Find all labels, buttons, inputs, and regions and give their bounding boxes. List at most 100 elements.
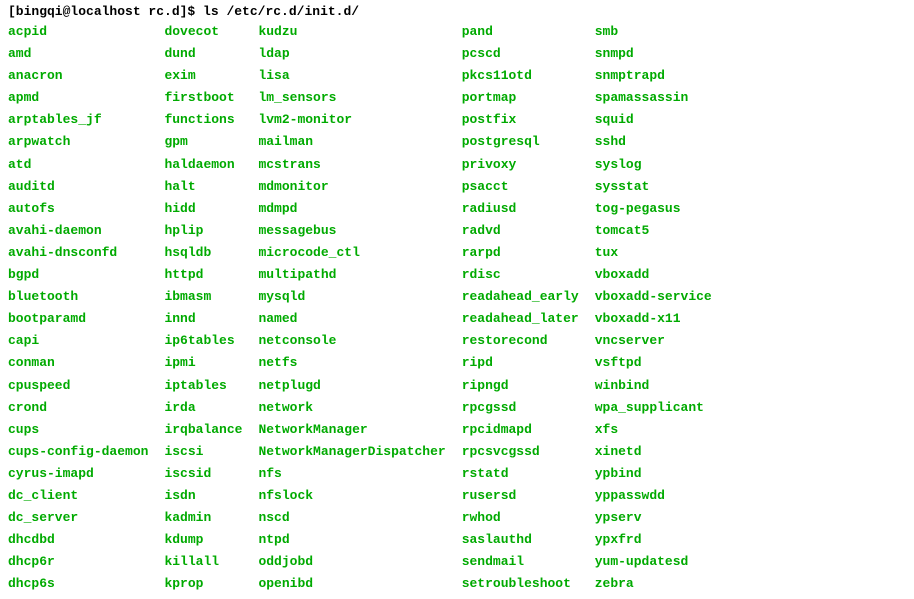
ls-entry: messagebus	[258, 220, 445, 242]
ls-entry: postgresql	[462, 131, 579, 153]
ls-entry: mysqld	[258, 286, 445, 308]
ls-entry: vboxadd-service	[595, 286, 712, 308]
ls-entry: netfs	[258, 352, 445, 374]
ls-entry: ypxfrd	[595, 529, 712, 551]
ls-entry: bgpd	[8, 264, 148, 286]
ls-entry: psacct	[462, 176, 579, 198]
ls-entry: lm_sensors	[258, 87, 445, 109]
ls-entry: functions	[164, 109, 242, 131]
ls-entry: dhcdbd	[8, 529, 148, 551]
ls-entry: rusersd	[462, 485, 579, 507]
ls-column-1: dovecotdundeximfirstbootfunctionsgpmhald…	[164, 21, 258, 595]
ls-entry: pcscd	[462, 43, 579, 65]
ls-entry: arptables_jf	[8, 109, 148, 131]
ls-entry: kdump	[164, 529, 242, 551]
ls-entry: avahi-dnsconfd	[8, 242, 148, 264]
ls-entry: crond	[8, 397, 148, 419]
ls-entry: saslauthd	[462, 529, 579, 551]
ls-entry: rarpd	[462, 242, 579, 264]
ls-entry: winbind	[595, 375, 712, 397]
ls-column-4: smbsnmpdsnmptrapdspamassassinsquidsshdsy…	[595, 21, 728, 595]
ls-entry: tux	[595, 242, 712, 264]
ls-entry: gpm	[164, 131, 242, 153]
ls-entry: pand	[462, 21, 579, 43]
ls-entry: anacron	[8, 65, 148, 87]
ls-entry: sendmail	[462, 551, 579, 573]
ls-entry: firstboot	[164, 87, 242, 109]
ls-entry: yum-updatesd	[595, 551, 712, 573]
ls-entry: ip6tables	[164, 330, 242, 352]
ls-entry: avahi-daemon	[8, 220, 148, 242]
ls-entry: hsqldb	[164, 242, 242, 264]
ls-entry: rstatd	[462, 463, 579, 485]
ls-entry: ldap	[258, 43, 445, 65]
ls-entry: atd	[8, 154, 148, 176]
ls-entry: dhcp6r	[8, 551, 148, 573]
ls-entry: vsftpd	[595, 352, 712, 374]
ls-entry: postfix	[462, 109, 579, 131]
ls-entry: network	[258, 397, 445, 419]
ls-entry: rwhod	[462, 507, 579, 529]
ls-output-listing: acpidamdanacronapmdarptables_jfarpwatcha…	[8, 21, 906, 595]
ls-column-0: acpidamdanacronapmdarptables_jfarpwatcha…	[8, 21, 164, 595]
ls-entry: netplugd	[258, 375, 445, 397]
ls-entry: iscsid	[164, 463, 242, 485]
ls-entry: mdmpd	[258, 198, 445, 220]
ls-entry: ntpd	[258, 529, 445, 551]
ls-entry: vboxadd-x11	[595, 308, 712, 330]
ls-entry: nfslock	[258, 485, 445, 507]
ls-entry: mailman	[258, 131, 445, 153]
ls-entry: spamassassin	[595, 87, 712, 109]
ls-column-3: pandpcscdpkcs11otdportmappostfixpostgres…	[462, 21, 595, 595]
ls-entry: openibd	[258, 573, 445, 595]
ls-entry: bootparamd	[8, 308, 148, 330]
ls-entry: rpcsvcgssd	[462, 441, 579, 463]
ls-entry: haldaemon	[164, 154, 242, 176]
ls-entry: iptables	[164, 375, 242, 397]
ls-entry: snmpd	[595, 43, 712, 65]
ls-entry: cyrus-imapd	[8, 463, 148, 485]
ls-entry: sshd	[595, 131, 712, 153]
ls-entry: bluetooth	[8, 286, 148, 308]
ls-entry: vboxadd	[595, 264, 712, 286]
ls-entry: apmd	[8, 87, 148, 109]
ls-entry: rpcidmapd	[462, 419, 579, 441]
ls-entry: acpid	[8, 21, 148, 43]
ls-entry: yppasswdd	[595, 485, 712, 507]
ls-entry: lvm2-monitor	[258, 109, 445, 131]
ls-entry: conman	[8, 352, 148, 374]
ls-entry: snmptrapd	[595, 65, 712, 87]
ls-entry: ripd	[462, 352, 579, 374]
shell-command: ls /etc/rc.d/init.d/	[203, 4, 359, 19]
ls-entry: dund	[164, 43, 242, 65]
ls-entry: xfs	[595, 419, 712, 441]
ls-entry: privoxy	[462, 154, 579, 176]
ls-entry: autofs	[8, 198, 148, 220]
ls-entry: hidd	[164, 198, 242, 220]
ls-entry: NetworkManagerDispatcher	[258, 441, 445, 463]
ls-entry: portmap	[462, 87, 579, 109]
ls-entry: smb	[595, 21, 712, 43]
ls-entry: netconsole	[258, 330, 445, 352]
ls-entry: kprop	[164, 573, 242, 595]
ls-entry: capi	[8, 330, 148, 352]
ls-entry: exim	[164, 65, 242, 87]
ls-entry: innd	[164, 308, 242, 330]
ls-entry: setroubleshoot	[462, 573, 579, 595]
ls-entry: kadmin	[164, 507, 242, 529]
ls-entry: microcode_ctl	[258, 242, 445, 264]
ls-entry: radvd	[462, 220, 579, 242]
ls-entry: oddjobd	[258, 551, 445, 573]
ls-entry: wpa_supplicant	[595, 397, 712, 419]
ls-entry: dovecot	[164, 21, 242, 43]
ls-entry: mcstrans	[258, 154, 445, 176]
ls-entry: mdmonitor	[258, 176, 445, 198]
ls-entry: nfs	[258, 463, 445, 485]
ls-entry: tog-pegasus	[595, 198, 712, 220]
ls-entry: irqbalance	[164, 419, 242, 441]
ls-column-2: kudzuldaplisalm_sensorslvm2-monitormailm…	[258, 21, 461, 595]
ls-entry: halt	[164, 176, 242, 198]
ls-entry: named	[258, 308, 445, 330]
ls-entry: cpuspeed	[8, 375, 148, 397]
ls-entry: radiusd	[462, 198, 579, 220]
